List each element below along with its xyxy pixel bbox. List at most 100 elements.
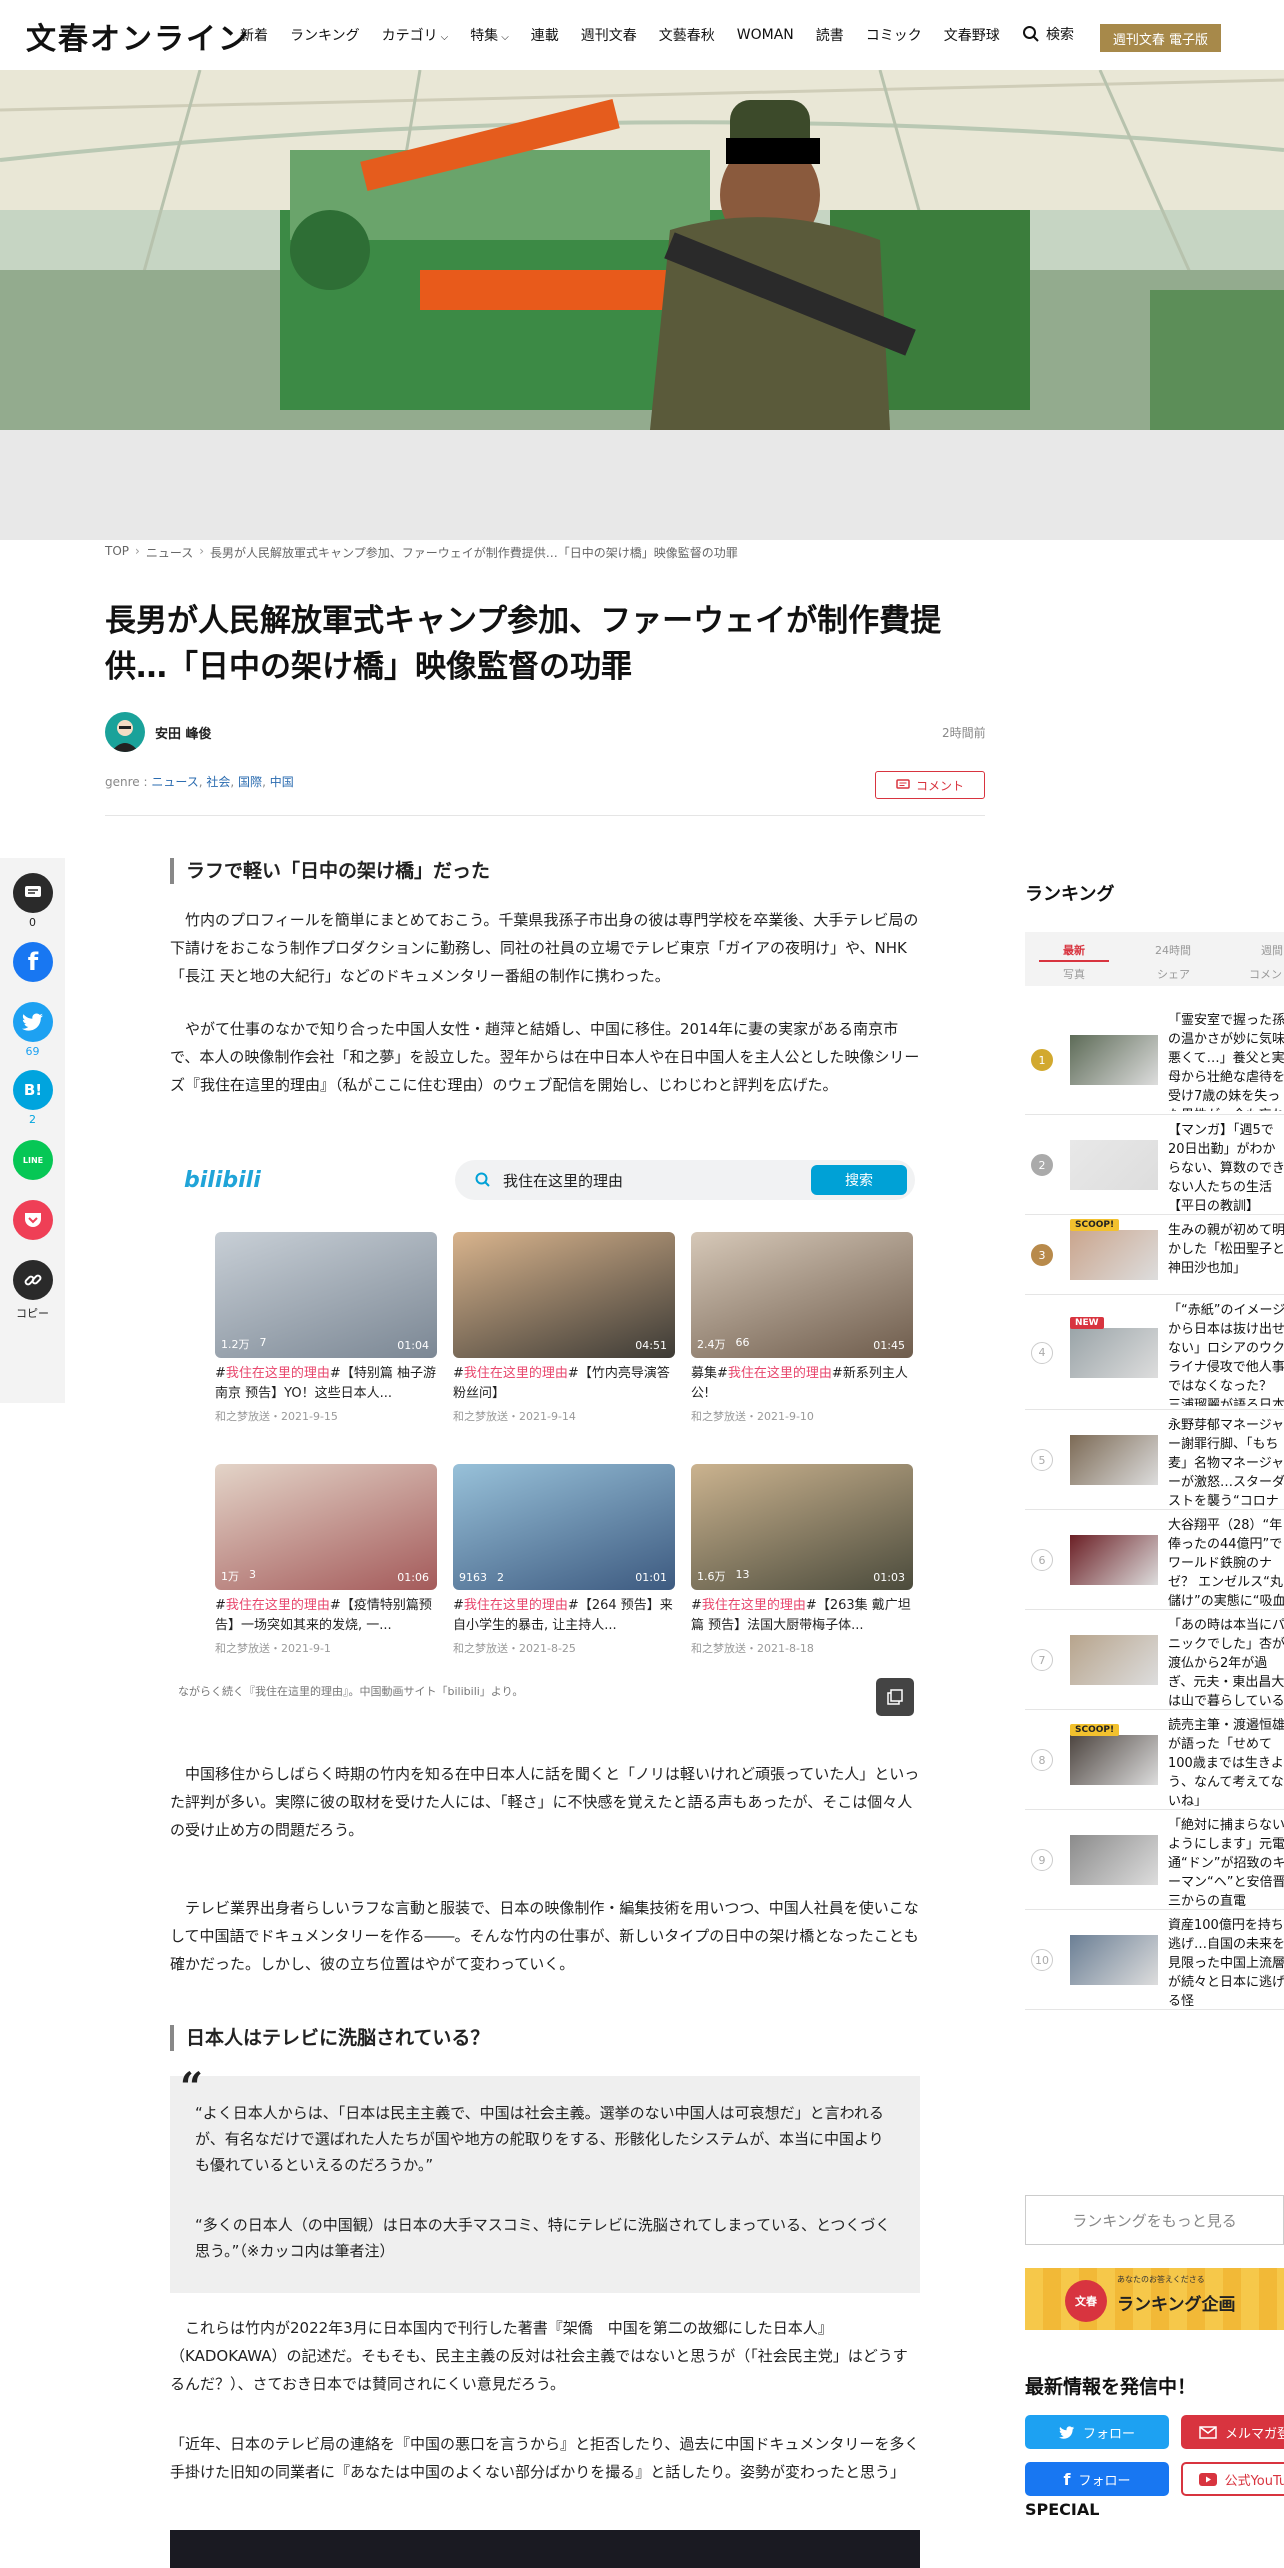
video-title-highlight: 我住在这里的理由 <box>225 1366 330 1381</box>
bilibili-search-bar: 我住在这里的理由 搜索 <box>455 1160 915 1200</box>
video-thumbnail: 2.4万 66 01:45 <box>691 1232 913 1358</box>
copy-label: コピー <box>16 1307 49 1320</box>
nav-serial[interactable]: 連載 <box>531 25 559 45</box>
ranking-item[interactable]: 2 【マンガ】「週5で20日出勤」がわからない、算数のできない人たちの生活【平日の… <box>1025 1115 1284 1215</box>
video-meta: 和之梦放送・2021-9-15 <box>215 1410 338 1423</box>
facebook-follow-label: フォロー <box>1078 2473 1131 2489</box>
banner-title: ランキング企画 <box>1117 2295 1236 2315</box>
nav-baseball[interactable]: 文春野球 <box>944 25 1000 45</box>
comment-button-label: コメント <box>915 778 964 793</box>
nav-bungeishunju[interactable]: 文藝春秋 <box>659 25 715 45</box>
author-block[interactable]: 安田 峰俊 <box>105 712 212 752</box>
nav-ranking[interactable]: ランキング <box>290 25 360 45</box>
mail-label: メルマガ登録 <box>1224 2426 1284 2442</box>
search-button[interactable]: 検索 <box>1022 24 1074 44</box>
copy-icon <box>887 1689 903 1705</box>
genre-label: genre : <box>105 775 148 789</box>
nav-category[interactable]: カテゴリ ⌵ <box>382 25 449 45</box>
ranking-panel: ランキング 最新 24時間 週間 写真 シェア コメント 1 「霊安室で握った孫の… <box>1025 880 1284 2010</box>
ranking-item[interactable]: 9 「絶対に捕まらないようにします」元電通“ドン”が招致のキーマン“ヘ”と安倍晋三… <box>1025 1810 1284 1910</box>
video-title-highlight: 我住在这里的理由 <box>727 1366 832 1381</box>
ranking-item[interactable]: 7 「あの時は本当にパニックでした」杏が渡仏から2年が過ぎ、元夫・東出昌大は山で暮… <box>1025 1610 1284 1710</box>
view-count: 9163 <box>459 1571 487 1584</box>
twitter-share-button[interactable] <box>13 1002 53 1042</box>
comment-button[interactable]: コメント <box>875 771 985 799</box>
bilibili-video-card: 04:51 #我住在这里的理由#【竹内亮导演答粉丝问】 和之梦放送・2021-9-1… <box>453 1232 675 1424</box>
bilibili-search-button: 搜索 <box>811 1165 907 1195</box>
paragraph-3: 中国移住からしばらく時期の竹内を知る在中日本人に話を聞くと「ノリは軽いけれど頑張… <box>170 1765 920 1839</box>
view-count: 1.6万 <box>697 1570 726 1583</box>
tab-share[interactable]: シェア <box>1157 966 1190 982</box>
genre-news[interactable]: ニュース <box>151 775 198 789</box>
hatena-count: 2 <box>29 1113 36 1126</box>
ranking-campaign-banner[interactable]: 文春 あなたのお答えくださる ランキング企画 <box>1025 2268 1284 2330</box>
video-thumbnail: 1万 3 01:06 <box>215 1464 437 1590</box>
follow-heading: 最新情報を発信中！ <box>1025 2376 1197 2398</box>
video-meta: 和之梦放送・2021-9-1 <box>215 1642 331 1655</box>
site-logo[interactable]: 文春オンライン <box>26 14 250 58</box>
ranking-badge: NEW <box>1070 1316 1104 1329</box>
copy-link-button[interactable] <box>13 1260 53 1300</box>
ranking-tabs: 最新 24時間 週間 写真 シェア コメント <box>1025 932 1284 986</box>
chevron-right-icon: › <box>135 544 140 558</box>
video-title: #我住在这里的理由#【竹内亮导演答粉丝问】 <box>453 1364 675 1404</box>
ebook-button[interactable]: 週刊文春 電子版 <box>1100 24 1221 52</box>
nav-woman[interactable]: WOMAN <box>737 27 794 43</box>
video-stats: 1万 3 <box>221 1568 256 1584</box>
nav-comic[interactable]: コミック <box>866 25 922 45</box>
youtube-button[interactable]: 公式YouTube <box>1181 2462 1284 2496</box>
breadcrumb-news[interactable]: ニュース <box>146 544 193 561</box>
paragraph-6: 「近年、日本のテレビ局の連絡を『中国の悪口を言うから』と拒否したり、過去に中国ド… <box>170 2435 920 2481</box>
twitter-follow-button[interactable]: フォロー <box>1025 2415 1169 2449</box>
comment-share-button[interactable] <box>13 873 53 913</box>
copy-image-button[interactable] <box>876 1678 914 1716</box>
ranking-item[interactable]: 8 SCOOP! 読売主筆・渡邉恒雄が語った「せめて100歳までは生きよう、なんて考… <box>1025 1710 1284 1810</box>
nav-feature[interactable]: 特集 ⌵ <box>470 25 509 45</box>
nav-weekly-bunshun[interactable]: 週刊文春 <box>581 25 637 45</box>
rank-number: 2 <box>1031 1154 1053 1176</box>
facebook-share-button[interactable]: f <box>13 942 53 982</box>
ranking-item[interactable]: 4 NEW 「“赤紙”のイメージから日本は抜け出せない」ロシアのウクライナ侵攻で他人… <box>1025 1295 1284 1410</box>
ranking-heading: ランキング <box>1025 884 1115 905</box>
youtube-icon <box>1198 2472 1217 2486</box>
breadcrumb-top[interactable]: TOP <box>105 544 129 561</box>
ranking-thumbnail <box>1070 1835 1158 1885</box>
genre-international[interactable]: 国際 <box>238 775 262 789</box>
tab-latest[interactable]: 最新 <box>1063 942 1085 958</box>
video-title-prefix: # <box>453 1598 464 1613</box>
ranking-more-button[interactable]: ランキングをもっと見る <box>1025 2195 1284 2245</box>
nav-feature-label: 特集 <box>470 28 499 44</box>
article-image <box>170 2530 920 2568</box>
chevron-down-icon: ⌵ <box>440 32 449 43</box>
ranking-item[interactable]: 10 資産100億円を持ち逃げ…自国の未来を見限った中国上流層が続々と日本に逃げる… <box>1025 1910 1284 2010</box>
ranking-title: 読売主筆・渡邉恒雄が語った「せめて100歳までは生きよう、なんて考えてないね」 <box>1168 1718 1284 1806</box>
nav-new[interactable]: 新着 <box>240 25 268 45</box>
rank-number: 4 <box>1031 1341 1053 1364</box>
share-bar: 0 f 69 B! 2 LINE コピー <box>0 858 65 1403</box>
video-title: #我住在这里的理由#【疫情特别篇预告】一场突如其来的发烧, 一... <box>215 1596 437 1636</box>
ranking-title: 生みの親が初めて明かした「松田聖子と神田沙也加」 <box>1168 1223 1284 1276</box>
tab-comment[interactable]: コメント <box>1249 966 1284 982</box>
genre-society[interactable]: 社会 <box>206 775 230 789</box>
rank-number: 3 <box>1031 1244 1053 1266</box>
mail-magazine-button[interactable]: メルマガ登録 <box>1181 2415 1284 2449</box>
tab-weekly[interactable]: 週間 <box>1261 942 1283 958</box>
ranking-item[interactable]: 3 SCOOP! 生みの親が初めて明かした「松田聖子と神田沙也加」 <box>1025 1215 1284 1295</box>
tab-photo[interactable]: 写真 <box>1063 966 1085 982</box>
tab-24h[interactable]: 24時間 <box>1155 942 1191 958</box>
hatena-share-button[interactable]: B! <box>13 1070 53 1110</box>
nav-books[interactable]: 読書 <box>816 25 844 45</box>
bilibili-screenshot: bilibili 我住在这里的理由 搜索 1.2万 7 01:04 #我住在这里的理由… <box>170 1150 920 1675</box>
genre-china[interactable]: 中国 <box>270 775 294 789</box>
video-title-highlight: 我住在这里的理由 <box>701 1598 806 1613</box>
facebook-follow-button[interactable]: f フォロー <box>1025 2462 1169 2496</box>
ranking-item[interactable]: 1 「霊安室で握った孫の温かさが妙に気味悪くて…」養父と実母から壮絶な虐待を受け7… <box>1025 1005 1284 1115</box>
comment-icon <box>896 779 910 789</box>
line-share-button[interactable]: LINE <box>13 1140 53 1180</box>
ranking-item[interactable]: 5 永野芽郁マネージャー謝罪行脚、「もち麦」名物マネージャーが激怒…スターダストを… <box>1025 1410 1284 1510</box>
pocket-share-button[interactable] <box>13 1200 53 1240</box>
banner-small-text: あなたのお答えくださる <box>1117 2275 1205 2284</box>
author-name[interactable]: 安田 峰俊 <box>155 723 212 742</box>
ranking-item[interactable]: 6 大谷翔平（28）“年俸ったの44億円”でワールド鉄腕のナゼ？ エンゼルス“丸儲… <box>1025 1510 1284 1610</box>
video-title-prefix: # <box>453 1366 464 1381</box>
